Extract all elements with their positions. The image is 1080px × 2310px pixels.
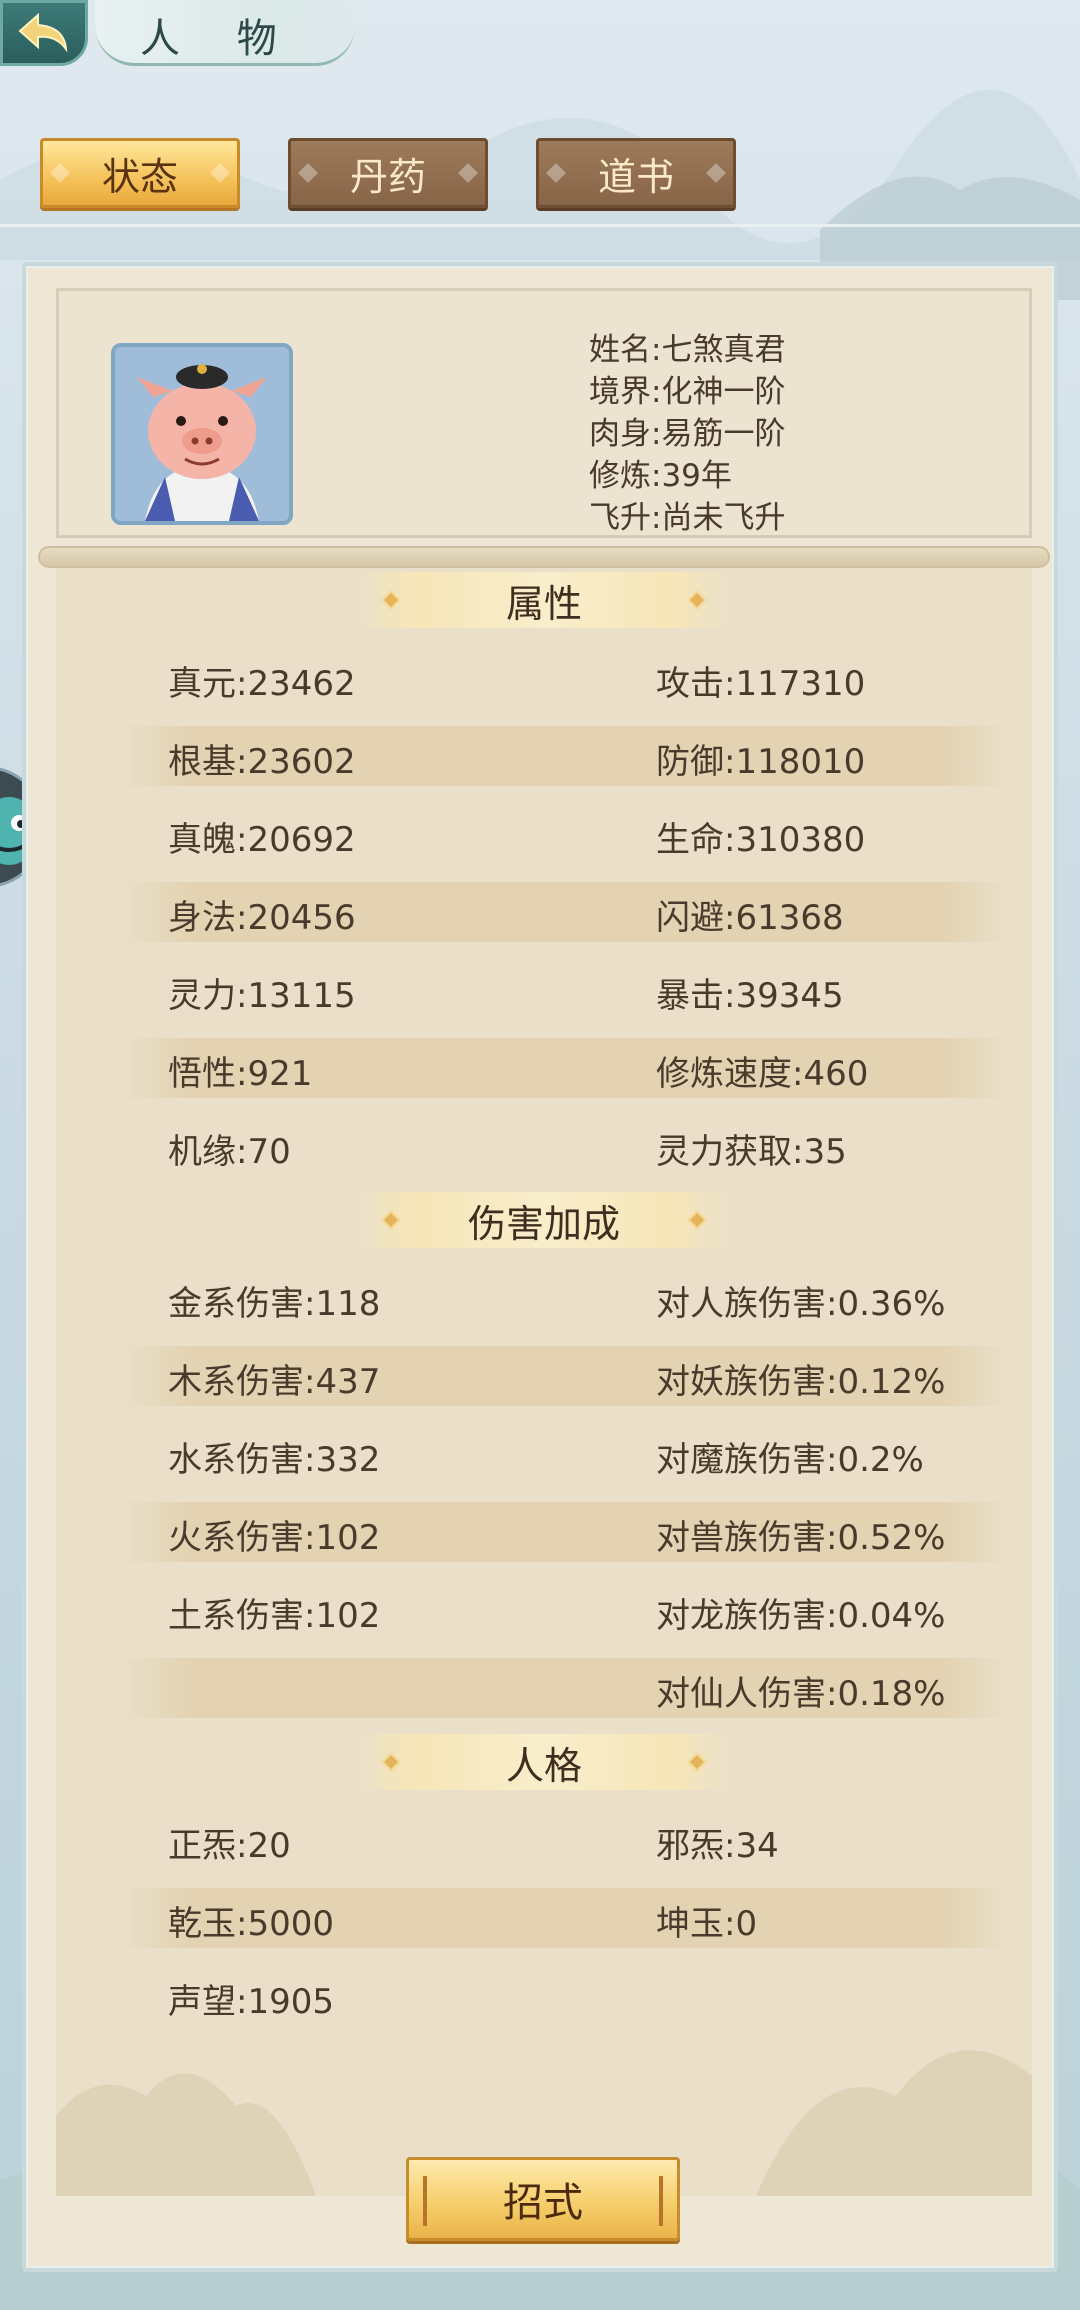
diamond-ornament-icon [381,1752,401,1772]
stat-row: 悟性:921 修炼速度:460 [116,1038,1016,1098]
diamond-ornament-icon [687,1752,707,1772]
stat-left: 土系伤害:102 [168,1596,381,1636]
stat-right: 对龙族伤害:0.04% [656,1596,946,1636]
scroll-rod [38,546,1050,568]
stat-row: 身法:20456 闪避:61368 [116,882,1016,942]
stat-row: 根基:23602 防御:118010 [116,726,1016,786]
stat-left: 悟性:921 [168,1054,313,1094]
stat-left: 灵力:13115 [168,976,356,1016]
header-divider [0,224,1080,227]
section-title-text: 人格 [505,1743,582,1788]
stat-left: 真魄:20692 [168,820,356,860]
stat-right: 坤玉:0 [656,1904,758,1944]
section-title-damage: 伤害加成 [356,1192,732,1248]
stat-left: 正炁:20 [168,1826,291,1866]
moves-button[interactable]: 招式 [406,2157,680,2241]
profile-ascension: 飞升:尚未飞升 [589,500,786,536]
stat-right: 生命:310380 [656,820,866,860]
stat-left: 水系伤害:332 [168,1440,381,1480]
stat-right: 暴击:39345 [656,976,844,1016]
stat-right: 对兽族伤害:0.52% [656,1518,946,1558]
section-title-attributes: 属性 [356,572,732,628]
stat-row: 乾玉:5000 坤玉:0 [116,1888,1016,1948]
stat-left: 金系伤害:118 [168,1284,381,1324]
section-title-text: 属性 [505,581,582,626]
character-panel: 姓名:七煞真君 境界:化神一阶 肉身:易筋一阶 修炼:39年 飞升:尚未飞升 属… [22,262,1058,2272]
stat-left: 机缘:70 [168,1132,291,1172]
diamond-ornament-icon [687,1210,707,1230]
stat-row: 木系伤害:437 对妖族伤害:0.12% [116,1346,1016,1406]
stat-left: 乾玉:5000 [168,1904,334,1944]
title-bar: 人 物 [0,0,1080,70]
profile-info: 姓名:七煞真君 境界:化神一阶 肉身:易筋一阶 修炼:39年 飞升:尚未飞升 [589,329,785,539]
stat-right: 对妖族伤害:0.12% [656,1362,946,1402]
tab-status[interactable]: 状态 [40,138,240,208]
profile-body: 肉身:易筋一阶 [589,416,786,452]
stat-right: 对魔族伤害:0.2% [656,1440,924,1480]
stat-left: 身法:20456 [168,898,356,938]
avatar [111,343,293,525]
stat-right: 攻击:117310 [656,664,866,704]
stat-row: 真魄:20692 生命:310380 [116,804,1016,864]
stat-row: 金系伤害:118 对人族伤害:0.36% [116,1268,1016,1328]
diamond-ornament-icon [381,590,401,610]
stat-left: 火系伤害:102 [168,1518,381,1558]
stat-left: 木系伤害:437 [168,1362,381,1402]
stat-row: 正炁:20 邪炁:34 [116,1810,1016,1870]
stat-right: 对仙人伤害:0.18% [656,1674,946,1714]
stat-row: 机缘:70 灵力获取:35 [116,1116,1016,1176]
stat-left: 真元:23462 [168,664,356,704]
back-button[interactable] [0,0,88,66]
profile-cultivation: 修炼:39年 [589,458,732,494]
stat-row: 水系伤害:332 对魔族伤害:0.2% [116,1424,1016,1484]
stat-right: 修炼速度:460 [656,1054,869,1094]
stat-right: 灵力获取:35 [656,1132,847,1172]
profile-name: 姓名:七煞真君 [589,332,786,368]
tab-pills[interactable]: 丹药 [288,138,488,208]
stats-scroll[interactable]: 属性 真元:23462 攻击:117310 根基:23602 防御:118010… [38,546,1050,2196]
profile-card: 姓名:七煞真君 境界:化神一阶 肉身:易筋一阶 修炼:39年 飞升:尚未飞升 [56,288,1032,538]
stat-row: 对仙人伤害:0.18% [116,1658,1016,1718]
stat-right: 邪炁:34 [656,1826,779,1866]
tab-books[interactable]: 道书 [536,138,736,208]
stat-row: 灵力:13115 暴击:39345 [116,960,1016,1020]
section-title-personality: 人格 [356,1734,732,1790]
tab-bar: 状态 丹药 道书 [40,138,736,208]
diamond-ornament-icon [381,1210,401,1230]
stat-row: 土系伤害:102 对龙族伤害:0.04% [116,1580,1016,1640]
stat-row: 真元:23462 攻击:117310 [116,648,1016,708]
profile-realm: 境界:化神一阶 [589,374,786,410]
stat-left: 根基:23602 [168,742,356,782]
stat-row: 火系伤害:102 对兽族伤害:0.52% [116,1502,1016,1562]
section-title-text: 伤害加成 [467,1201,620,1246]
stat-right: 对人族伤害:0.36% [656,1284,946,1324]
back-arrow-icon [18,12,68,53]
page-title: 人 物 [140,16,299,62]
stat-right: 防御:118010 [656,742,866,782]
diamond-ornament-icon [687,590,707,610]
pig-character-icon [115,347,289,521]
stat-right: 闪避:61368 [656,898,844,938]
